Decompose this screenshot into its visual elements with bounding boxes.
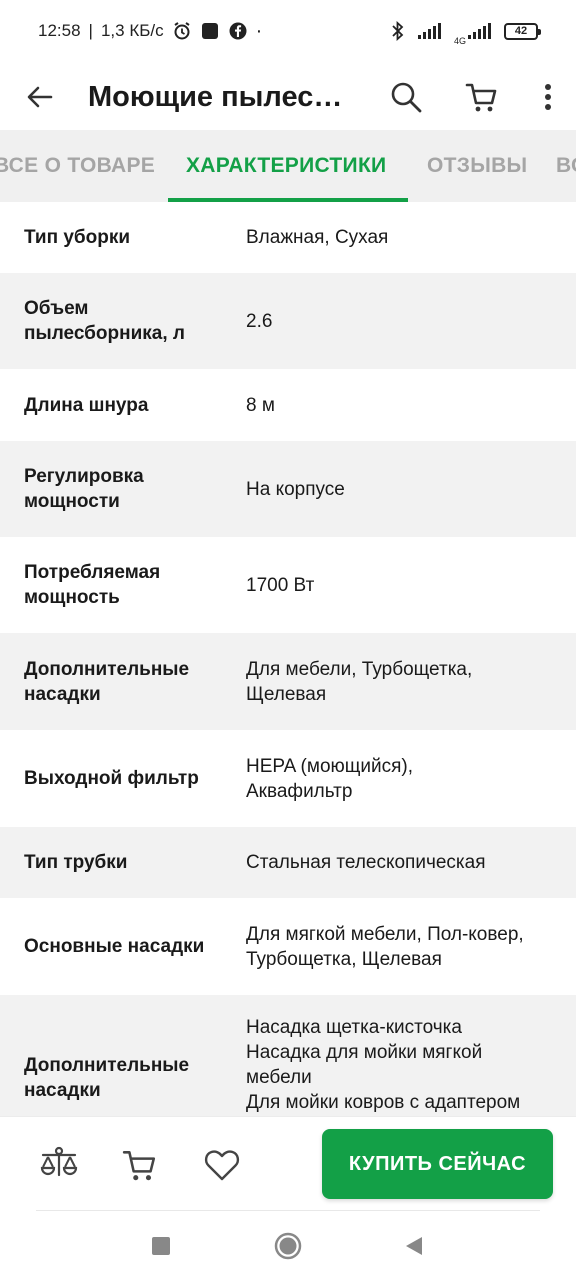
spec-value: 2.6 xyxy=(246,310,273,332)
app-bar: Моющие пылес… xyxy=(0,62,576,132)
network-type-label: 4G xyxy=(453,36,466,46)
signal-icon xyxy=(417,21,444,41)
back-button[interactable] xyxy=(0,62,80,132)
status-bar: 12:58 | 1,3 КБ/с · 4G 42 xyxy=(0,0,576,62)
notification-square-icon xyxy=(200,21,220,41)
tab-reviews[interactable]: ОТЗЫВЫ xyxy=(427,130,527,202)
search-button[interactable] xyxy=(368,62,444,132)
system-nav-bar xyxy=(0,1212,576,1280)
page-title: Моющие пылес… xyxy=(88,80,343,113)
search-icon xyxy=(391,82,422,113)
compare-button[interactable] xyxy=(37,1143,81,1187)
add-to-cart-button[interactable] xyxy=(118,1143,162,1187)
status-speed: 1,3 КБ/с xyxy=(100,21,164,40)
spec-value: 8 м xyxy=(246,394,275,416)
spec-value: Насадка щетка-кисточка Насадка для мойки… xyxy=(246,1017,521,1113)
spec-key: Длина шнура xyxy=(24,394,149,416)
spec-row: Тип уборки Влажная, Сухая xyxy=(0,202,576,273)
spec-key: Потребляемая мощность xyxy=(24,562,161,608)
status-separator: | xyxy=(88,21,93,40)
recents-square-icon xyxy=(152,1237,170,1255)
divider xyxy=(36,1210,540,1211)
back-arrow-icon xyxy=(27,86,53,108)
spec-value: Для мягкой мебели, Пол-ковер, Турбощетка… xyxy=(246,923,524,970)
spec-value: На корпусе xyxy=(246,478,345,500)
status-time: 12:58 xyxy=(38,21,81,40)
spec-row: Регулировка мощности На корпусе xyxy=(0,441,576,537)
spec-row: Дополнительные насадки Для мебели, Турбо… xyxy=(0,633,576,730)
home-circle-icon xyxy=(274,1232,302,1260)
recents-button[interactable] xyxy=(143,1228,179,1264)
spec-row: Дополнительные насадки Насадка щетка-кис… xyxy=(0,995,576,1116)
spec-value: 1700 Вт xyxy=(246,574,315,596)
bottom-action-bar: КУПИТЬ СЕЙЧАС xyxy=(0,1116,576,1212)
status-right: 4G 42 xyxy=(388,16,541,46)
back-triangle-icon xyxy=(406,1237,422,1255)
specs-table: Тип уборки Влажная, Сухая Объем пылесбор… xyxy=(0,202,576,1116)
spec-value: HEPA (моющийся), Аквафильтр xyxy=(246,755,414,802)
more-vert-icon xyxy=(545,84,551,110)
tab-questions[interactable]: ВО xyxy=(556,130,576,202)
favorite-heart-icon xyxy=(204,1150,240,1181)
cart-icon xyxy=(465,83,497,112)
buy-now-button[interactable]: КУПИТЬ СЕЙЧАС xyxy=(322,1129,553,1199)
tab-all-about-product[interactable]: ВСЕ О ТОВАРЕ xyxy=(0,130,155,202)
spec-row: Выходной фильтр HEPA (моющийся), Аквафил… xyxy=(0,730,576,827)
status-left: 12:58 | 1,3 КБ/с · xyxy=(38,21,262,41)
spec-row: Объем пылесборника, л 2.6 xyxy=(0,273,576,369)
compare-scales-icon xyxy=(40,1146,78,1177)
spec-key: Тип уборки xyxy=(24,227,131,248)
spec-value: Стальная телескопическая xyxy=(246,852,486,873)
tab-characteristics[interactable]: ХАРАКТЕРИСТИКИ xyxy=(186,130,386,202)
spec-key: Дополнительные насадки xyxy=(24,1055,190,1101)
favorite-button[interactable] xyxy=(200,1143,244,1187)
spec-row: Потребляемая мощность 1700 Вт xyxy=(0,537,576,633)
cart-button[interactable] xyxy=(444,62,520,132)
facebook-icon xyxy=(228,21,248,41)
add-to-cart-icon xyxy=(122,1151,156,1181)
spec-key: Основные насадки xyxy=(24,936,205,957)
alarm-icon xyxy=(172,21,192,41)
battery-icon: 42 xyxy=(504,22,541,40)
spec-row: Основные насадки Для мягкой мебели, Пол-… xyxy=(0,898,576,995)
spec-key: Объем пылесборника, л xyxy=(24,298,185,344)
product-tabs: ВСЕ О ТОВАРЕ ХАРАКТЕРИСТИКИ ОТЗЫВЫ ВО xyxy=(0,130,576,202)
spec-key: Дополнительные насадки xyxy=(24,658,190,705)
appbar-actions xyxy=(368,62,576,132)
more-options-button[interactable] xyxy=(520,62,576,132)
spec-row: Тип трубки Стальная телескопическая xyxy=(0,827,576,898)
spec-key: Регулировка мощности xyxy=(24,466,144,512)
spec-key: Выходной фильтр xyxy=(24,768,199,789)
home-button[interactable] xyxy=(270,1228,306,1264)
more-notifications-dot: · xyxy=(255,20,263,42)
spec-key: Тип трубки xyxy=(24,852,128,873)
spec-value: Для мебели, Турбощетка, Щелевая xyxy=(246,658,473,705)
signal-icon xyxy=(468,21,494,41)
system-back-button[interactable] xyxy=(396,1228,432,1264)
spec-row: Длина шнура 8 м xyxy=(0,369,576,441)
bluetooth-icon xyxy=(388,21,408,41)
spec-value: Влажная, Сухая xyxy=(246,227,389,248)
